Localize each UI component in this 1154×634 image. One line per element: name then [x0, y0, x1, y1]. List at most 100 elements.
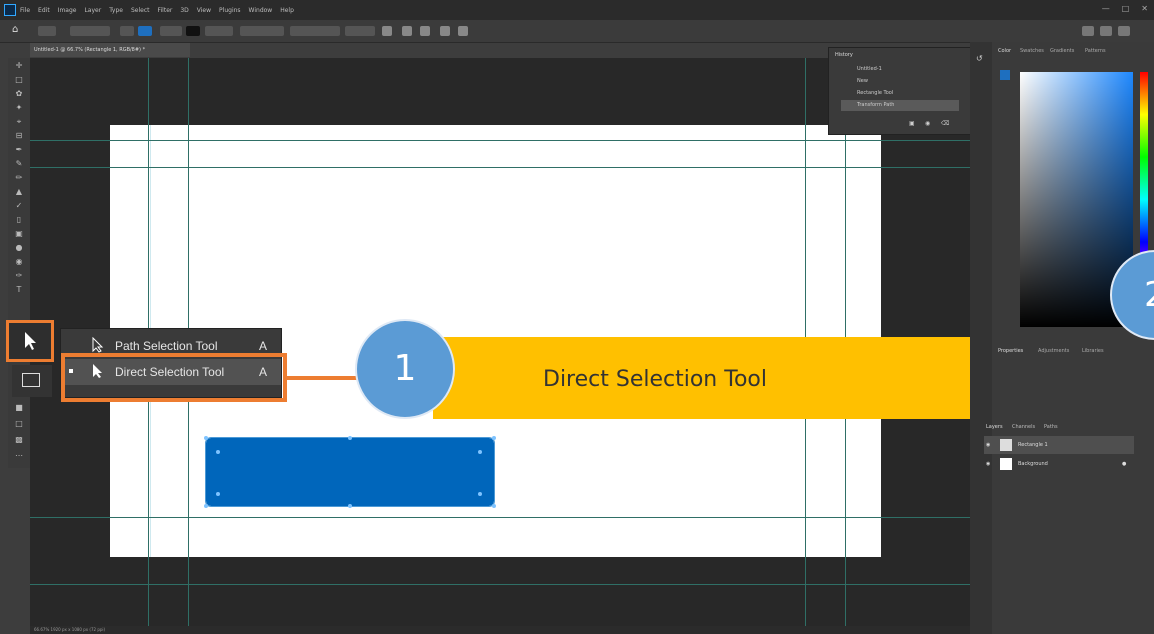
menu-image[interactable]: Image: [58, 7, 77, 14]
eraser-icon[interactable]: ▯: [13, 216, 25, 224]
tab-patterns[interactable]: Patterns: [1085, 48, 1106, 54]
menu-select[interactable]: Select: [131, 7, 150, 14]
healing-brush-icon[interactable]: ✎: [13, 160, 25, 168]
menu-layer[interactable]: Layer: [84, 7, 101, 14]
anchor-handle[interactable]: [204, 436, 208, 440]
height-input[interactable]: [345, 26, 375, 36]
search-icon[interactable]: [1100, 26, 1112, 36]
close-icon[interactable]: ✕: [1141, 4, 1148, 13]
anchor-handle[interactable]: [216, 492, 220, 496]
dodge-tool-icon[interactable]: ◉: [13, 258, 25, 266]
magic-wand-icon[interactable]: ✦: [13, 104, 25, 112]
lock-icon: ●: [1122, 461, 1127, 467]
layer-name: Background: [1018, 461, 1048, 467]
eye-icon[interactable]: ◉: [986, 455, 990, 473]
history-snapshot[interactable]: Untitled-1: [841, 64, 959, 75]
rectangle-shape[interactable]: [204, 436, 496, 508]
menu-edit[interactable]: Edit: [38, 7, 50, 14]
layer-row[interactable]: ◉ Rectangle 1: [984, 436, 1134, 454]
layer-row[interactable]: ◉ Background ●: [984, 455, 1134, 473]
history-state-active[interactable]: Transform Path: [841, 100, 959, 111]
menu-file[interactable]: File: [20, 7, 30, 14]
menu-type[interactable]: Type: [109, 7, 123, 14]
tab-channels[interactable]: Channels: [1012, 424, 1035, 430]
tab-swatches[interactable]: Swatches: [1020, 48, 1044, 54]
align-edges-icon[interactable]: [458, 26, 468, 36]
maximize-icon[interactable]: □: [1122, 4, 1130, 13]
path-align-icon[interactable]: [402, 26, 412, 36]
anchor-handle[interactable]: [478, 492, 482, 496]
tab-adjustments[interactable]: Adjustments: [1038, 348, 1069, 354]
anchor-handle[interactable]: [478, 450, 482, 454]
history-brush-icon[interactable]: ✓: [13, 202, 25, 210]
tab-color[interactable]: Color: [998, 48, 1011, 54]
workspace-icon[interactable]: [1118, 26, 1130, 36]
width-input[interactable]: [290, 26, 340, 36]
eyedropper-icon[interactable]: ✒: [13, 146, 25, 154]
lasso-tool-icon[interactable]: ✿: [13, 90, 25, 98]
history-state[interactable]: New: [841, 76, 959, 87]
pen-tool-icon[interactable]: ✑: [13, 272, 25, 280]
minimize-icon[interactable]: —: [1102, 4, 1110, 13]
anchor-handle[interactable]: [492, 504, 496, 508]
gradient-tool-icon[interactable]: ▣: [13, 230, 25, 238]
fill-label: [120, 26, 134, 36]
layer-thumbnail: [1000, 458, 1012, 470]
anchor-handle[interactable]: [204, 504, 208, 508]
type-tool-icon[interactable]: T: [13, 286, 25, 294]
artboard-tool-icon[interactable]: □: [13, 76, 25, 84]
rectangle-tool-button[interactable]: [12, 365, 52, 397]
shape-mode-select[interactable]: [70, 26, 110, 36]
tab-libraries[interactable]: Libraries: [1082, 348, 1104, 354]
stroke-width-input[interactable]: [205, 26, 233, 36]
tab-paths[interactable]: Paths: [1044, 424, 1058, 430]
anchor-handle[interactable]: [216, 450, 220, 454]
blur-tool-icon[interactable]: ●: [13, 244, 25, 252]
brush-tool-icon[interactable]: ✏: [13, 174, 25, 182]
frame-tool-icon[interactable]: ⊟: [13, 132, 25, 140]
home-icon[interactable]: ⌂: [12, 24, 18, 35]
menu-help[interactable]: Help: [280, 7, 294, 14]
history-panel: History Untitled-1 New Rectangle Tool Tr…: [828, 47, 972, 135]
share-icon[interactable]: [1082, 26, 1094, 36]
step-number-badge: 1: [355, 319, 455, 419]
anchor-handle[interactable]: [492, 436, 496, 440]
tool-preset-picker[interactable]: [38, 26, 56, 36]
menu-filter[interactable]: Filter: [158, 7, 173, 14]
gear-icon[interactable]: [440, 26, 450, 36]
anchor-handle[interactable]: [348, 436, 352, 440]
tab-layers[interactable]: Layers: [986, 424, 1003, 430]
history-state[interactable]: Rectangle Tool: [841, 88, 959, 99]
edit-toolbar-icon[interactable]: ⋯: [13, 452, 25, 460]
document-tab[interactable]: Untitled-1 @ 66.7% (Rectangle 1, RGB/8#)…: [30, 43, 190, 57]
path-arrange-icon[interactable]: [420, 26, 430, 36]
crop-tool-icon[interactable]: ⌖: [13, 118, 25, 126]
swatch-fg-bg-icon[interactable]: ■: [13, 404, 25, 412]
quick-mask-icon[interactable]: □: [13, 420, 25, 428]
stroke-swatch[interactable]: [186, 26, 200, 36]
guide-line: [30, 584, 970, 585]
eye-icon[interactable]: ◉: [986, 436, 990, 454]
move-tool-icon[interactable]: ✛: [13, 62, 25, 70]
clone-stamp-icon[interactable]: ▲: [13, 188, 25, 196]
history-panel-icon[interactable]: ↺: [976, 54, 983, 63]
path-selection-tool-button[interactable]: [6, 320, 54, 362]
layer-name: Rectangle 1: [1018, 442, 1048, 448]
history-new-document-icon[interactable]: ▣: [909, 120, 915, 127]
screen-mode-icon[interactable]: ▩: [13, 436, 25, 444]
tab-properties[interactable]: Properties: [998, 348, 1023, 354]
path-ops-icon[interactable]: [382, 26, 392, 36]
trash-icon[interactable]: ⌫: [941, 120, 949, 127]
menu-plugins[interactable]: Plugins: [219, 7, 241, 14]
history-snapshot-icon[interactable]: ◉: [925, 120, 930, 127]
stroke-type-select[interactable]: [240, 26, 284, 36]
foreground-color-swatch[interactable]: [1000, 70, 1010, 80]
panel-icon-strip: ↺: [970, 42, 992, 634]
menu-3d[interactable]: 3D: [180, 7, 188, 14]
menu-view[interactable]: View: [197, 7, 211, 14]
menu-bar: File Edit Image Layer Type Select Filter…: [0, 0, 1154, 20]
menu-window[interactable]: Window: [249, 7, 273, 14]
fill-swatch[interactable]: [138, 26, 152, 36]
anchor-handle[interactable]: [348, 504, 352, 508]
tab-gradients[interactable]: Gradients: [1050, 48, 1074, 54]
